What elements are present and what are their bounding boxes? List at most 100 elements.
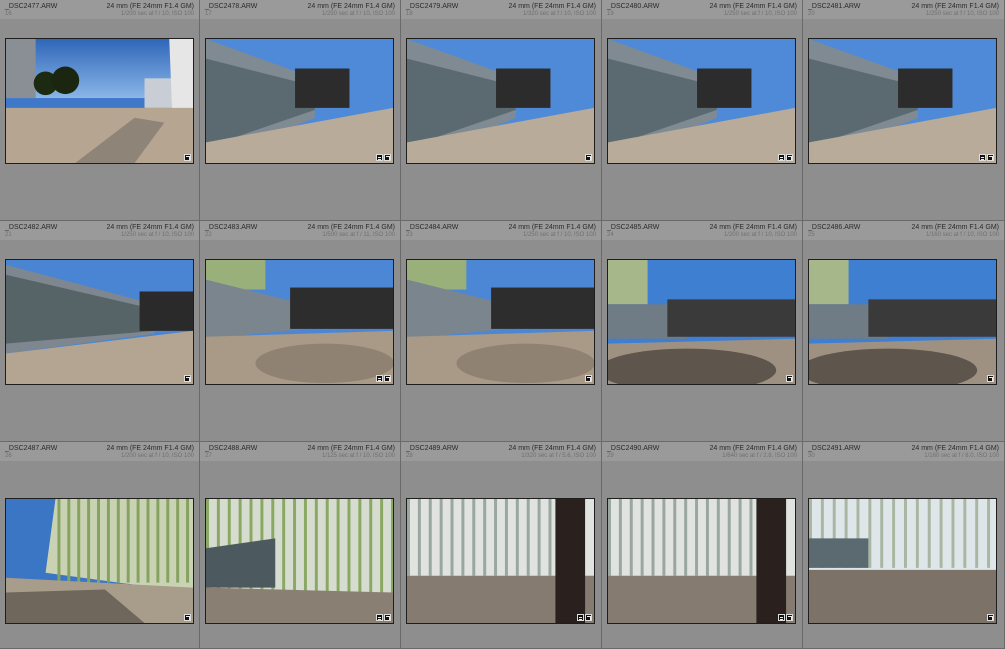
thumbnail-cell[interactable]: _DSC2489.ARW 28 24 mm (FE 24mm F1.4 GM) … xyxy=(401,442,602,649)
thumbnail-badges xyxy=(376,375,391,382)
thumbnail-cell[interactable]: _DSC2482.ARW 21 24 mm (FE 24mm F1.4 GM) … xyxy=(0,221,200,442)
photo-thumbnail[interactable] xyxy=(406,259,595,385)
thumbnail-badges xyxy=(585,375,592,382)
thumbnail-badges xyxy=(778,614,793,621)
thumbnail-image xyxy=(608,39,795,163)
thumbnail-cell[interactable]: _DSC2486.ARW 25 24 mm (FE 24mm F1.4 GM) … xyxy=(803,221,1005,442)
file-index: 25 xyxy=(808,232,815,238)
file-index: 22 xyxy=(205,232,212,238)
crop-badge-icon[interactable] xyxy=(585,375,592,382)
exposure-info: 1/200 sec at f / 10, ISO 100 xyxy=(120,453,194,459)
crop-badge-icon[interactable] xyxy=(987,154,994,161)
photo-thumbnail[interactable] xyxy=(205,259,394,385)
lens-info: 24 mm (FE 24mm F1.4 GM) xyxy=(709,3,797,10)
file-name: _DSC2488.ARW xyxy=(205,445,258,452)
exposure-info: 1/200 sec at f / 10, ISO 100 xyxy=(120,11,194,17)
metadata-badge-icon[interactable] xyxy=(778,154,785,161)
file-name: _DSC2490.ARW xyxy=(607,445,660,452)
thumbnail-image xyxy=(6,260,193,384)
photo-thumbnail[interactable] xyxy=(5,498,194,624)
thumbnail-cell[interactable]: _DSC2491.ARW 30 24 mm (FE 24mm F1.4 GM) … xyxy=(803,442,1005,649)
thumbnail-cell[interactable]: _DSC2480.ARW 19 24 mm (FE 24mm F1.4 GM) … xyxy=(602,0,803,221)
file-index: 26 xyxy=(5,453,12,459)
crop-badge-icon[interactable] xyxy=(384,154,391,161)
photo-thumbnail[interactable] xyxy=(205,38,394,164)
crop-badge-icon[interactable] xyxy=(585,614,592,621)
thumbnail-cell[interactable]: _DSC2477.ARW 16 24 mm (FE 24mm F1.4 GM) … xyxy=(0,0,200,221)
file-index: 19 xyxy=(607,11,614,17)
crop-badge-icon[interactable] xyxy=(384,614,391,621)
crop-badge-icon[interactable] xyxy=(184,614,191,621)
photo-thumbnail[interactable] xyxy=(607,498,796,624)
exposure-info: 1/250 sec at f / 10, ISO 100 xyxy=(120,232,194,238)
photo-thumbnail[interactable] xyxy=(5,38,194,164)
file-name: _DSC2486.ARW xyxy=(808,224,861,231)
metadata-badge-icon[interactable] xyxy=(577,614,584,621)
photo-thumbnail[interactable] xyxy=(205,498,394,624)
thumbnail-badges xyxy=(778,154,793,161)
thumbnail-image xyxy=(206,499,393,623)
thumbnail-cell[interactable]: _DSC2479.ARW 18 24 mm (FE 24mm F1.4 GM) … xyxy=(401,0,602,221)
file-index: 29 xyxy=(607,453,614,459)
crop-badge-icon[interactable] xyxy=(384,375,391,382)
photo-thumbnail[interactable] xyxy=(607,259,796,385)
thumbnail-cell[interactable]: _DSC2483.ARW 22 24 mm (FE 24mm F1.4 GM) … xyxy=(200,221,401,442)
photo-thumbnail[interactable] xyxy=(406,38,595,164)
photo-thumbnail[interactable] xyxy=(808,498,997,624)
thumbnail-cell[interactable]: _DSC2487.ARW 26 24 mm (FE 24mm F1.4 GM) … xyxy=(0,442,200,649)
crop-badge-icon[interactable] xyxy=(987,614,994,621)
photo-thumbnail[interactable] xyxy=(406,498,595,624)
lens-info: 24 mm (FE 24mm F1.4 GM) xyxy=(307,224,395,231)
file-name: _DSC2483.ARW xyxy=(205,224,258,231)
metadata-badge-icon[interactable] xyxy=(778,614,785,621)
photo-thumbnail[interactable] xyxy=(808,38,997,164)
crop-badge-icon[interactable] xyxy=(585,154,592,161)
thumbnail-cell[interactable]: _DSC2488.ARW 27 24 mm (FE 24mm F1.4 GM) … xyxy=(200,442,401,649)
exposure-info: 1/200 sec at f / 10, ISO 100 xyxy=(723,232,797,238)
photo-thumbnail[interactable] xyxy=(5,259,194,385)
thumbnail-cell[interactable]: _DSC2478.ARW 17 24 mm (FE 24mm F1.4 GM) … xyxy=(200,0,401,221)
exposure-info: 1/500 sec at f / 11, ISO 100 xyxy=(322,232,395,238)
thumbnail-image xyxy=(809,39,996,163)
filmstrip-grid: _DSC2477.ARW 16 24 mm (FE 24mm F1.4 GM) … xyxy=(0,0,1005,649)
crop-badge-icon[interactable] xyxy=(786,154,793,161)
lens-info: 24 mm (FE 24mm F1.4 GM) xyxy=(911,445,999,452)
crop-badge-icon[interactable] xyxy=(184,154,191,161)
thumbnail-badges xyxy=(979,154,994,161)
crop-badge-icon[interactable] xyxy=(987,375,994,382)
file-index: 27 xyxy=(205,453,212,459)
crop-badge-icon[interactable] xyxy=(786,375,793,382)
thumbnail-cell[interactable]: _DSC2485.ARW 24 24 mm (FE 24mm F1.4 GM) … xyxy=(602,221,803,442)
thumbnail-image xyxy=(809,260,996,384)
thumbnail-image xyxy=(6,499,193,623)
metadata-badge-icon[interactable] xyxy=(979,154,986,161)
thumbnail-cell[interactable]: _DSC2490.ARW 29 24 mm (FE 24mm F1.4 GM) … xyxy=(602,442,803,649)
metadata-badge-icon[interactable] xyxy=(376,375,383,382)
file-index: 21 xyxy=(5,232,12,238)
exposure-info: 1/125 sec at f / 10, ISO 100 xyxy=(321,453,395,459)
lens-info: 24 mm (FE 24mm F1.4 GM) xyxy=(106,3,194,10)
file-name: _DSC2482.ARW xyxy=(5,224,58,231)
exposure-info: 1/250 sec at f / 10, ISO 100 xyxy=(723,11,797,17)
thumbnail-image xyxy=(407,499,594,623)
lens-info: 24 mm (FE 24mm F1.4 GM) xyxy=(911,3,999,10)
file-name: _DSC2489.ARW xyxy=(406,445,459,452)
file-name: _DSC2487.ARW xyxy=(5,445,58,452)
cell-header: _DSC2480.ARW 19 24 mm (FE 24mm F1.4 GM) … xyxy=(602,0,802,19)
photo-thumbnail[interactable] xyxy=(808,259,997,385)
lens-info: 24 mm (FE 24mm F1.4 GM) xyxy=(508,224,596,231)
thumbnail-cell[interactable]: _DSC2481.ARW 20 24 mm (FE 24mm F1.4 GM) … xyxy=(803,0,1005,221)
exposure-info: 1/640 sec at f / 2.8, ISO 100 xyxy=(722,453,797,459)
file-index: 17 xyxy=(205,11,212,17)
crop-badge-icon[interactable] xyxy=(184,375,191,382)
cell-header: _DSC2491.ARW 30 24 mm (FE 24mm F1.4 GM) … xyxy=(803,442,1004,461)
crop-badge-icon[interactable] xyxy=(786,614,793,621)
file-name: _DSC2479.ARW xyxy=(406,3,459,10)
metadata-badge-icon[interactable] xyxy=(376,154,383,161)
thumbnail-cell[interactable]: _DSC2484.ARW 23 24 mm (FE 24mm F1.4 GM) … xyxy=(401,221,602,442)
file-index: 18 xyxy=(406,11,413,17)
thumbnail-badges xyxy=(184,375,191,382)
metadata-badge-icon[interactable] xyxy=(376,614,383,621)
thumbnail-image xyxy=(608,499,795,623)
photo-thumbnail[interactable] xyxy=(607,38,796,164)
